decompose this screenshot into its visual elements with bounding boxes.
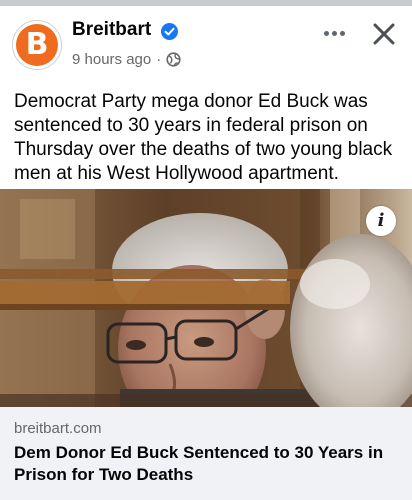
close-icon[interactable] [368, 18, 400, 50]
more-dot [340, 31, 345, 36]
verified-badge-icon [161, 23, 178, 40]
avatar-logo: B [16, 24, 58, 66]
info-letter: i [377, 210, 385, 231]
link-preview-card[interactable]: breitbart.com Dem Donor Ed Buck Sentence… [0, 407, 412, 500]
globe-icon[interactable] [166, 51, 181, 67]
post-timestamp[interactable]: 9 hours ago [72, 51, 151, 68]
more-dot [332, 31, 337, 36]
page-avatar[interactable]: B [12, 20, 62, 70]
link-domain: breitbart.com [14, 420, 102, 437]
article-photo[interactable] [0, 189, 412, 407]
meta-separator: · [156, 50, 162, 68]
more-dot [324, 31, 329, 36]
link-title: Dem Donor Ed Buck Sentenced to 30 Years … [14, 443, 384, 484]
avatar-letter: B [25, 27, 49, 62]
post-text: Democrat Party mega donor Ed Buck was se… [14, 91, 393, 184]
page-name[interactable]: Breitbart [72, 19, 151, 41]
more-options-button[interactable] [318, 18, 352, 46]
post-header: B Breitbart 9 hours ago · [0, 6, 412, 80]
post-meta: 9 hours ago · [72, 49, 181, 69]
info-icon[interactable]: i [366, 206, 396, 236]
